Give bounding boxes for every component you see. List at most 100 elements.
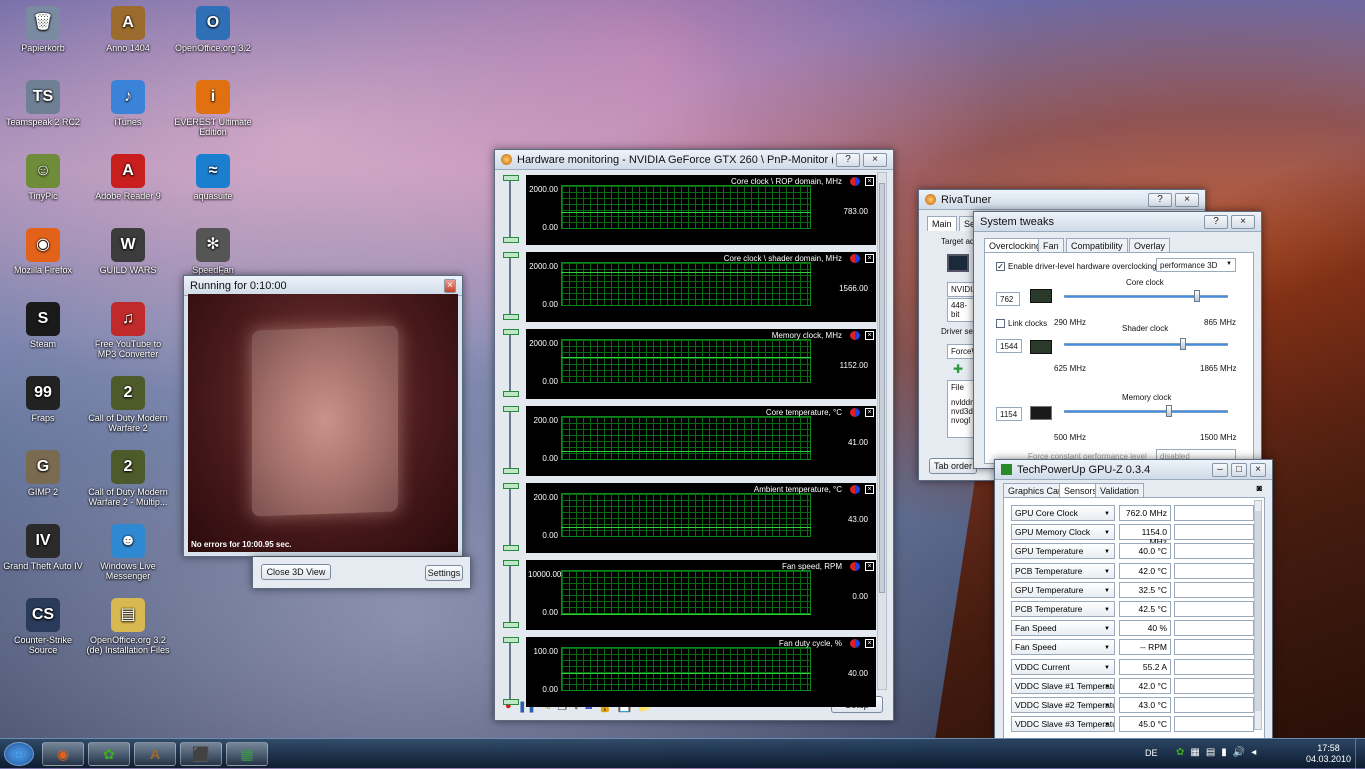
close-icon[interactable]: × <box>865 408 874 417</box>
rivatuner-titlebar[interactable]: RivaTuner ? × <box>919 190 1205 210</box>
desktop-icon[interactable]: G GIMP 2 <box>0 450 86 497</box>
slider-handle[interactable] <box>503 237 519 243</box>
desktop-icon[interactable]: 🗑 Papierkorb <box>0 6 86 53</box>
desktop-icon[interactable]: ✻ SpeedFan <box>170 228 256 275</box>
desktop-icon[interactable]: TS Teamspeak 2 RC2 <box>0 80 86 127</box>
sensor-name[interactable]: GPU Memory Clock ▼ <box>1011 524 1115 541</box>
sensor-name[interactable]: GPU Temperature ▼ <box>1011 581 1115 598</box>
desktop-icon[interactable]: 99 Fraps <box>0 376 86 423</box>
close-icon[interactable]: × <box>1175 192 1199 207</box>
slider-handle[interactable] <box>503 329 519 335</box>
slider-handle[interactable] <box>503 406 519 412</box>
tweaks-titlebar[interactable]: System tweaks ? × <box>974 212 1261 232</box>
shader-clock-slider[interactable] <box>1064 343 1228 346</box>
profile-select[interactable]: performance 3D ▼ <box>1156 258 1236 272</box>
sensor-name[interactable]: VDDC Slave #2 Temperature ▼ <box>1011 697 1115 713</box>
hwmon-scrollbar[interactable] <box>877 172 887 690</box>
furmark-titlebar[interactable]: Running for 0:10:00 × <box>184 276 462 296</box>
slider-handle[interactable] <box>503 314 519 320</box>
tab-fan[interactable]: Fan <box>1038 238 1064 253</box>
taskbar-rivatuner[interactable]: ▦ <box>226 742 268 766</box>
monitor-graph[interactable]: Fan duty cycle, % 100.00 0.00 40.00 × <box>526 637 876 707</box>
monitor-graph[interactable]: Core clock \ shader domain, MHz 2000.00 0.… <box>526 252 876 322</box>
camera-icon[interactable]: ◙ <box>1257 483 1262 493</box>
sensor-name[interactable]: VDDC Slave #3 Temperature ▼ <box>1011 716 1115 733</box>
close-icon[interactable]: × <box>865 562 874 571</box>
clock[interactable]: 17:58 04.03.2010 <box>1306 743 1351 765</box>
gpuz-titlebar[interactable]: TechPowerUp GPU-Z 0.3.4 – □ × <box>995 460 1272 480</box>
minimize-icon[interactable]: – <box>1212 462 1228 477</box>
tab-main[interactable]: Main <box>927 216 957 231</box>
monitor-graph[interactable]: Fan speed, RPM 10000.00 0.00 0.00 × <box>526 560 876 630</box>
memory-clock-slider[interactable] <box>1064 410 1228 413</box>
graph-color-icon[interactable] <box>850 562 860 571</box>
desktop-icon[interactable]: ≈ aquasuite <box>170 154 256 201</box>
desktop-icon[interactable]: O OpenOffice.org 3.2 <box>170 6 256 53</box>
graph-range-slider[interactable] <box>509 252 519 318</box>
file-item[interactable]: nvd3d <box>951 407 973 416</box>
slider-handle[interactable] <box>503 391 519 397</box>
tab-validation[interactable]: Validation <box>1095 483 1144 498</box>
shader-clock-value[interactable]: 1544 <box>996 339 1022 353</box>
slider-handle[interactable] <box>503 175 519 181</box>
slider-handle[interactable] <box>503 252 519 258</box>
close-icon[interactable]: × <box>1231 214 1255 229</box>
scroll-thumb[interactable] <box>879 183 885 593</box>
desktop-icon[interactable]: ☺ TinyPic <box>0 154 86 201</box>
desktop-icon[interactable]: A Adobe Reader 9 <box>85 154 171 201</box>
desktop-icon[interactable]: ☻ Windows Live Messenger <box>85 524 171 581</box>
memory-clock-thumb[interactable] <box>1166 405 1172 417</box>
taskbar-start-orb[interactable]: ⊞ <box>4 742 34 766</box>
desktop-icon[interactable]: i EVEREST Ultimate Edition <box>170 80 256 137</box>
file-item[interactable]: nvlddm <box>951 398 977 407</box>
monitor-graph[interactable]: Memory clock, MHz 2000.00 0.00 1152.00 × <box>526 329 876 399</box>
graph-color-icon[interactable] <box>850 485 860 494</box>
sensor-name[interactable]: GPU Temperature ▼ <box>1011 543 1115 560</box>
enable-overclock-checkbox[interactable]: ✓ <box>996 262 1005 271</box>
monitor-graph[interactable]: Core clock \ ROP domain, MHz 2000.00 0.00 7… <box>526 175 876 245</box>
graph-color-icon[interactable] <box>850 639 860 648</box>
monitor-graph[interactable]: Ambient temperature, °C 200.00 0.00 43.00 × <box>526 483 876 553</box>
close-icon[interactable]: × <box>865 331 874 340</box>
desktop-icon[interactable]: 2 Call of Duty Modern Warfare 2 - Multip.… <box>85 450 171 507</box>
monitor-graph[interactable]: Core temperature, °C 200.00 0.00 41.00 × <box>526 406 876 476</box>
tab-compatibility[interactable]: Compatibility <box>1066 238 1128 253</box>
show-hidden-icons[interactable]: ◂ <box>1251 747 1256 758</box>
close-3d-view-button[interactable]: Close 3D View <box>261 564 331 580</box>
graph-color-icon[interactable] <box>850 408 860 417</box>
close-icon[interactable]: × <box>865 254 874 263</box>
graph-range-slider[interactable] <box>509 483 519 549</box>
desktop-icon[interactable]: A Anno 1404 <box>85 6 171 53</box>
desktop-icon[interactable]: S Steam <box>0 302 86 349</box>
graph-range-slider[interactable] <box>509 637 519 703</box>
sensor-name[interactable]: PCB Temperature ▼ <box>1011 562 1115 579</box>
link-clocks-checkbox[interactable] <box>996 319 1005 328</box>
speedfan-tray-icon[interactable]: ▦ <box>1190 747 1199 758</box>
memory-clock-value[interactable]: 1154 <box>996 407 1022 421</box>
shader-clock-thumb[interactable] <box>1180 338 1186 350</box>
close-icon[interactable]: × <box>865 639 874 648</box>
sensor-name[interactable]: VDDC Slave #1 Temperature ▼ <box>1011 677 1115 694</box>
add-icon[interactable]: ✚ <box>953 362 963 376</box>
close-icon[interactable]: × <box>863 152 887 167</box>
show-desktop-button[interactable] <box>1355 739 1365 769</box>
sensor-name[interactable]: VDDC Current ▼ <box>1011 658 1115 675</box>
desktop-icon[interactable]: 2 Call of Duty Modern Warfare 2 <box>85 376 171 433</box>
core-clock-value[interactable]: 762 <box>996 292 1020 306</box>
slider-handle[interactable] <box>503 699 519 705</box>
settings-button[interactable]: Settings <box>425 565 463 581</box>
file-item[interactable]: nvogl <box>951 416 973 425</box>
help-icon[interactable]: ? <box>1204 214 1228 229</box>
taskbar-firefox[interactable]: ◉ <box>42 742 84 766</box>
graph-range-slider[interactable] <box>509 329 519 395</box>
tab-overlay[interactable]: Overlay <box>1129 238 1171 253</box>
desktop-icon[interactable]: IV Grand Theft Auto IV <box>0 524 86 571</box>
desktop-icon[interactable]: ◉ Mozilla Firefox <box>0 228 86 275</box>
close-icon[interactable]: × <box>444 278 456 293</box>
slider-handle[interactable] <box>503 622 519 628</box>
network-tray-icon[interactable]: ▤ <box>1206 747 1215 758</box>
tab-order-button[interactable]: Tab order <box>929 458 977 474</box>
core-clock-thumb[interactable] <box>1194 290 1200 302</box>
desktop-icon[interactable]: ▤ OpenOffice.org 3.2 (de) Installation Fi… <box>85 598 171 655</box>
volume-icon[interactable]: 🔊 <box>1233 747 1245 758</box>
